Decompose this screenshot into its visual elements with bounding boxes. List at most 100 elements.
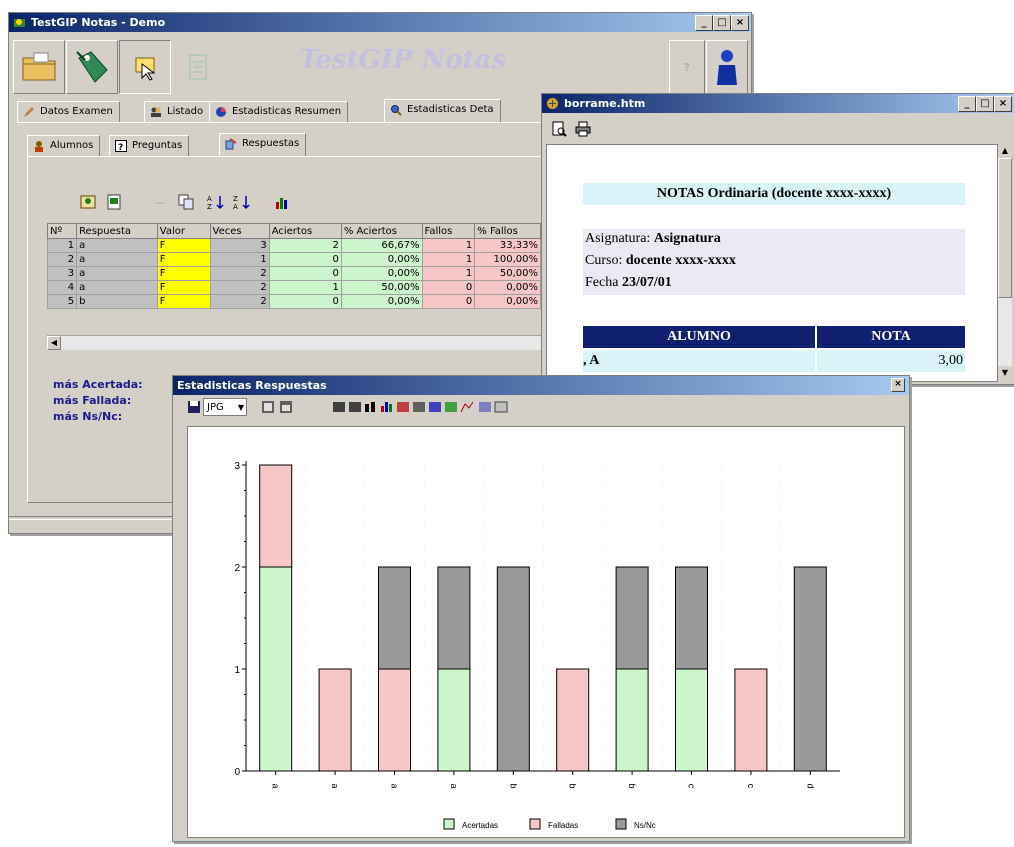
grid-tool-2[interactable] <box>103 191 125 213</box>
bar-segment <box>556 668 590 772</box>
person-card-icon <box>80 195 96 209</box>
legend-swatch <box>529 818 541 830</box>
printer-icon <box>575 121 591 137</box>
col-fallos[interactable]: Fallos <box>421 223 476 239</box>
save-icon[interactable] <box>187 400 201 414</box>
preview-vscrollbar[interactable]: ▲ ▼ <box>998 144 1012 380</box>
chart-close-button[interactable]: × <box>891 378 905 392</box>
tab-datos-examen[interactable]: Datos Examen <box>17 101 120 123</box>
preview-maximize-button[interactable]: □ <box>976 96 994 112</box>
bar-segment <box>318 668 352 772</box>
subtab-alumnos[interactable]: Alumnos <box>27 135 101 157</box>
preview-title: borrame.htm <box>564 97 646 110</box>
cell-valor: F <box>156 280 211 295</box>
user-icon <box>717 50 737 85</box>
student-icon <box>35 141 43 152</box>
bar-segment <box>378 566 411 670</box>
table-row[interactable]: 3 a F 2 0 0,00% 1 50,00% <box>46 266 541 281</box>
col-pct-fallos[interactable]: % Fallos <box>474 223 541 239</box>
cell-veces: 1 <box>209 252 270 267</box>
cell-pct-aciertos: 66,67% <box>340 238 423 253</box>
scroll-down-button[interactable]: ▼ <box>998 366 1012 380</box>
format-select[interactable]: JPG ▼ <box>203 398 247 416</box>
chart-button[interactable] <box>271 191 293 213</box>
chart-area: 0 1 2 3 a a a a b b b c c d Acertadas Falladas Ns/Nc <box>187 426 905 838</box>
table-row[interactable]: 5 b F 2 0 0,00% 0 0,00% <box>46 294 541 309</box>
mas-acertada-label: más Acertada: <box>53 378 143 391</box>
sort-asc-button[interactable]: AZ <box>205 191 227 213</box>
copy-chart-icon[interactable] <box>261 400 275 414</box>
legend-label: Acertadas <box>462 821 498 830</box>
table-row[interactable]: 4 a F 2 1 50,00% 0 0,00% <box>46 280 541 295</box>
subtab-respuestas[interactable]: Respuestas <box>219 133 307 156</box>
bar-segment <box>437 566 471 670</box>
table-row[interactable]: 2 a F 1 0 0,00% 1 100,00% <box>46 252 541 267</box>
table-row[interactable]: 1 a F 3 2 66,67% 1 33,33% <box>46 238 541 253</box>
tab-listado[interactable]: Listado <box>144 101 211 123</box>
print-button[interactable] <box>572 118 594 140</box>
maximize-button[interactable]: □ <box>713 15 731 31</box>
cell-fallos: 0 <box>421 280 476 295</box>
cell-veces: 3 <box>209 238 270 253</box>
cell-pct-aciertos: 0,00% <box>340 252 423 267</box>
grid-hscrollbar[interactable]: ◀ <box>47 335 541 350</box>
cell-aciertos: 0 <box>268 266 342 281</box>
cell-aciertos: 1 <box>268 280 342 295</box>
selected-tool-button[interactable] <box>119 40 171 94</box>
bar-segment <box>793 566 827 772</box>
cell-fallos: 0 <box>421 294 476 309</box>
tabs-baseline <box>17 122 545 123</box>
grid-tool-1[interactable] <box>77 191 99 213</box>
subtab-preguntas[interactable]: ? Preguntas <box>109 135 190 157</box>
cell-respuesta: a <box>76 266 158 281</box>
bar-segment <box>734 668 768 772</box>
chart-window: Estadisticas Respuestas × JPG ▼ 0 1 2 3 a a a a… <box>172 375 910 842</box>
legend-label: Falladas <box>548 821 578 830</box>
col-aciertos[interactable]: Aciertos <box>268 223 342 239</box>
svg-text:?: ? <box>118 143 123 152</box>
col-pct-aciertos[interactable]: % Aciertos <box>340 223 423 239</box>
x-tick-label: b <box>568 783 578 788</box>
legend-label: Ns/Nc <box>634 821 656 830</box>
col-respuesta[interactable]: Respuesta <box>76 223 158 239</box>
tab-estadisticas-detalle[interactable]: Estadisticas Deta <box>384 99 501 122</box>
svg-text:Z: Z <box>233 195 238 203</box>
x-tick-label: c <box>687 784 697 789</box>
sort-desc-button[interactable]: ZA <box>231 191 253 213</box>
pencil-icon <box>24 107 34 117</box>
tab-estadisticas-resumen[interactable]: Estadisticas Resumen <box>209 101 349 123</box>
bar-segment <box>675 668 708 772</box>
close-button[interactable]: × <box>731 15 749 31</box>
chart-titlebar: Estadisticas Respuestas × <box>173 376 909 395</box>
scroll-thumb[interactable] <box>998 158 1012 298</box>
preview-titlebar: borrame.htm _ □ × <box>542 94 1014 113</box>
nota-header: NOTA <box>817 326 965 348</box>
tag-button[interactable] <box>66 40 118 94</box>
scroll-left-button[interactable]: ◀ <box>47 336 61 350</box>
chart-type-icons[interactable] <box>333 400 543 414</box>
cell-fallos: 1 <box>421 266 476 281</box>
main-titlebar: TestGIP Notas - Demo _ □ × <box>9 13 751 32</box>
cell-pct-fallos: 0,00% <box>474 294 541 309</box>
open-folder-button[interactable] <box>13 40 65 94</box>
cell-num: 1 <box>46 238 78 253</box>
y-tick-label: 0 <box>234 767 240 778</box>
export-chart-icon[interactable] <box>279 400 293 414</box>
scroll-up-button[interactable]: ▲ <box>998 144 1012 158</box>
col-veces[interactable]: Veces <box>209 223 270 239</box>
preview-minimize-button[interactable]: _ <box>958 96 976 112</box>
print-preview-button[interactable] <box>548 118 570 140</box>
copy-button[interactable] <box>175 191 197 213</box>
nota-cell: 3,00 <box>817 350 965 372</box>
user-button[interactable] <box>706 40 748 94</box>
minimize-button[interactable]: _ <box>695 15 713 31</box>
cell-valor: F <box>156 238 211 253</box>
preview-close-button[interactable]: × <box>994 96 1012 112</box>
col-valor[interactable]: Valor <box>156 223 211 239</box>
col-num[interactable]: Nº <box>46 223 78 239</box>
help-button[interactable]: ? <box>669 40 705 94</box>
legend-swatch <box>443 818 455 830</box>
x-tick-label: c <box>746 784 756 789</box>
bar-segment <box>259 566 293 772</box>
dash-icon: — <box>154 195 166 209</box>
